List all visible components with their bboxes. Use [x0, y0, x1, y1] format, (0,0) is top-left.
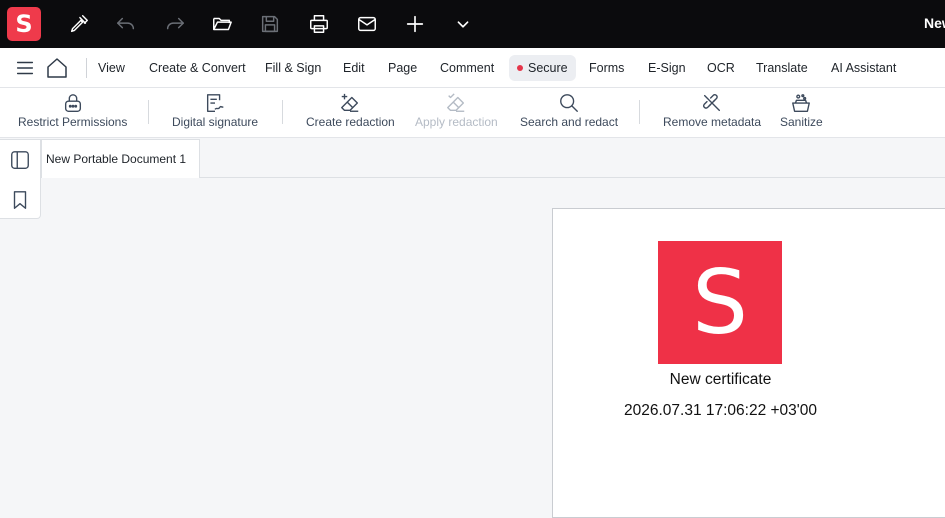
ribbon-divider [148, 100, 149, 124]
certificate-date: 2026.07.31 17:06:22 +03'00 [623, 402, 818, 419]
unlink-icon [703, 94, 721, 112]
restrict-permissions-button[interactable]: Restrict Permissions [18, 92, 127, 134]
create-redaction-label: Create redaction [306, 115, 395, 129]
active-dot-icon [517, 65, 523, 71]
search-and-redact-label: Search and redact [520, 115, 619, 129]
menu-divider [86, 58, 87, 78]
tab-strip-border [200, 177, 945, 178]
remove-metadata-label: Remove metadata [663, 115, 762, 129]
secure-ribbon: Restrict Permissions Digital signature C… [0, 88, 945, 138]
panel-toggle-icon[interactable] [9, 149, 31, 171]
menu-item-forms[interactable]: Forms [581, 55, 632, 81]
menu-item-page[interactable]: Page [380, 55, 425, 81]
menu-item-esign[interactable]: E-Sign [640, 55, 694, 81]
tab-label: New Portable Document 1 [46, 152, 187, 166]
bookmark-icon[interactable] [9, 189, 31, 211]
new-plus-icon[interactable] [402, 11, 428, 37]
chevron-down-icon[interactable] [450, 11, 476, 37]
search-icon [560, 94, 578, 112]
tab-new-portable-document-1[interactable]: New Portable Document 1 [41, 139, 200, 178]
menu-item-fill-sign[interactable]: Fill & Sign [257, 55, 329, 81]
ribbon-divider [639, 100, 640, 124]
create-redaction-button[interactable]: Create redaction [306, 92, 395, 134]
sanitize-button[interactable]: Sanitize [780, 92, 823, 134]
open-folder-icon[interactable] [209, 11, 235, 37]
apply-redaction-label: Apply redaction [415, 115, 498, 129]
certificate-logo: S [658, 241, 782, 364]
menu-item-ocr[interactable]: OCR [699, 55, 743, 81]
sanitize-bucket-icon [792, 94, 811, 112]
ribbon-divider [282, 100, 283, 124]
sanitize-label: Sanitize [780, 115, 823, 129]
eraser-check-icon [447, 93, 465, 112]
menu-item-comment[interactable]: Comment [432, 55, 502, 81]
apply-redaction-button[interactable]: Apply redaction [415, 92, 498, 134]
document-page[interactable]: S New certificate 2026.07.31 17:06:22 +0… [552, 208, 945, 518]
certificate-title: New certificate [669, 371, 772, 388]
menu-item-view[interactable]: View [90, 55, 133, 81]
digital-signature-button[interactable]: Digital signature [172, 92, 258, 134]
mail-icon[interactable] [354, 11, 380, 37]
sign-pen-icon[interactable] [66, 11, 92, 37]
print-icon[interactable] [306, 11, 332, 37]
menu-bar: View Create & Convert Fill & Sign Edit P… [0, 48, 945, 88]
menu-item-edit[interactable]: Edit [335, 55, 373, 81]
hamburger-menu-icon[interactable] [14, 57, 36, 79]
remove-metadata-button[interactable]: Remove metadata [663, 92, 761, 134]
save-icon[interactable] [257, 11, 283, 37]
restrict-permissions-label: Restrict Permissions [18, 115, 128, 129]
menu-item-ai-assistant[interactable]: AI Assistant [823, 55, 904, 81]
home-icon[interactable] [45, 56, 69, 80]
window-title: New [924, 15, 945, 31]
menu-item-translate[interactable]: Translate [748, 55, 816, 81]
lock-icon [64, 94, 81, 112]
undo-icon[interactable] [113, 11, 139, 37]
app-logo[interactable]: S [7, 7, 41, 41]
title-bar: S New [0, 0, 945, 48]
digital-signature-label: Digital signature [172, 115, 259, 129]
menu-item-create-convert[interactable]: Create & Convert [141, 55, 254, 81]
signature-icon [206, 94, 224, 112]
redo-icon[interactable] [162, 11, 188, 37]
side-rail [0, 139, 41, 219]
menu-item-secure[interactable]: Secure [509, 55, 576, 81]
menu-item-secure-label: Secure [528, 61, 568, 75]
eraser-plus-icon [341, 93, 359, 112]
search-and-redact-button[interactable]: Search and redact [520, 92, 618, 134]
